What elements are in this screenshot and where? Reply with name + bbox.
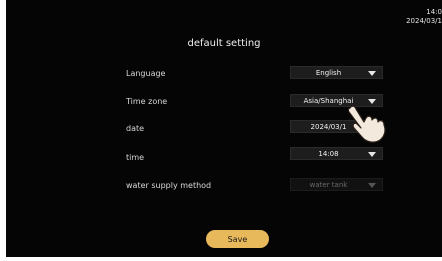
date-label: date [126, 124, 145, 133]
save-button[interactable]: Save [206, 230, 269, 248]
pointing-hand-icon [347, 105, 386, 143]
screen: 14:0 2024/03/1 default setting Language … [6, 0, 442, 261]
water-supply-value: water tank [309, 181, 348, 189]
water-supply-select[interactable]: water tank [290, 178, 383, 191]
time-zone-label: Time zone [126, 97, 168, 106]
time-label: time [126, 153, 145, 162]
chevron-down-icon [368, 152, 376, 157]
page-title: default setting [187, 38, 261, 49]
device-bezel-bottom [6, 257, 442, 261]
chevron-down-icon [368, 71, 376, 76]
water-supply-label: water supply method [126, 181, 212, 190]
status-time: 14:0 [426, 8, 442, 16]
language-label: Language [126, 69, 166, 78]
language-value: English [315, 69, 342, 77]
time-select[interactable]: 14:08 [290, 147, 383, 160]
language-select[interactable]: English [290, 66, 383, 79]
time-value: 14:08 [318, 150, 339, 158]
status-date: 2024/03/1 [406, 17, 442, 25]
chevron-down-icon [368, 183, 376, 188]
